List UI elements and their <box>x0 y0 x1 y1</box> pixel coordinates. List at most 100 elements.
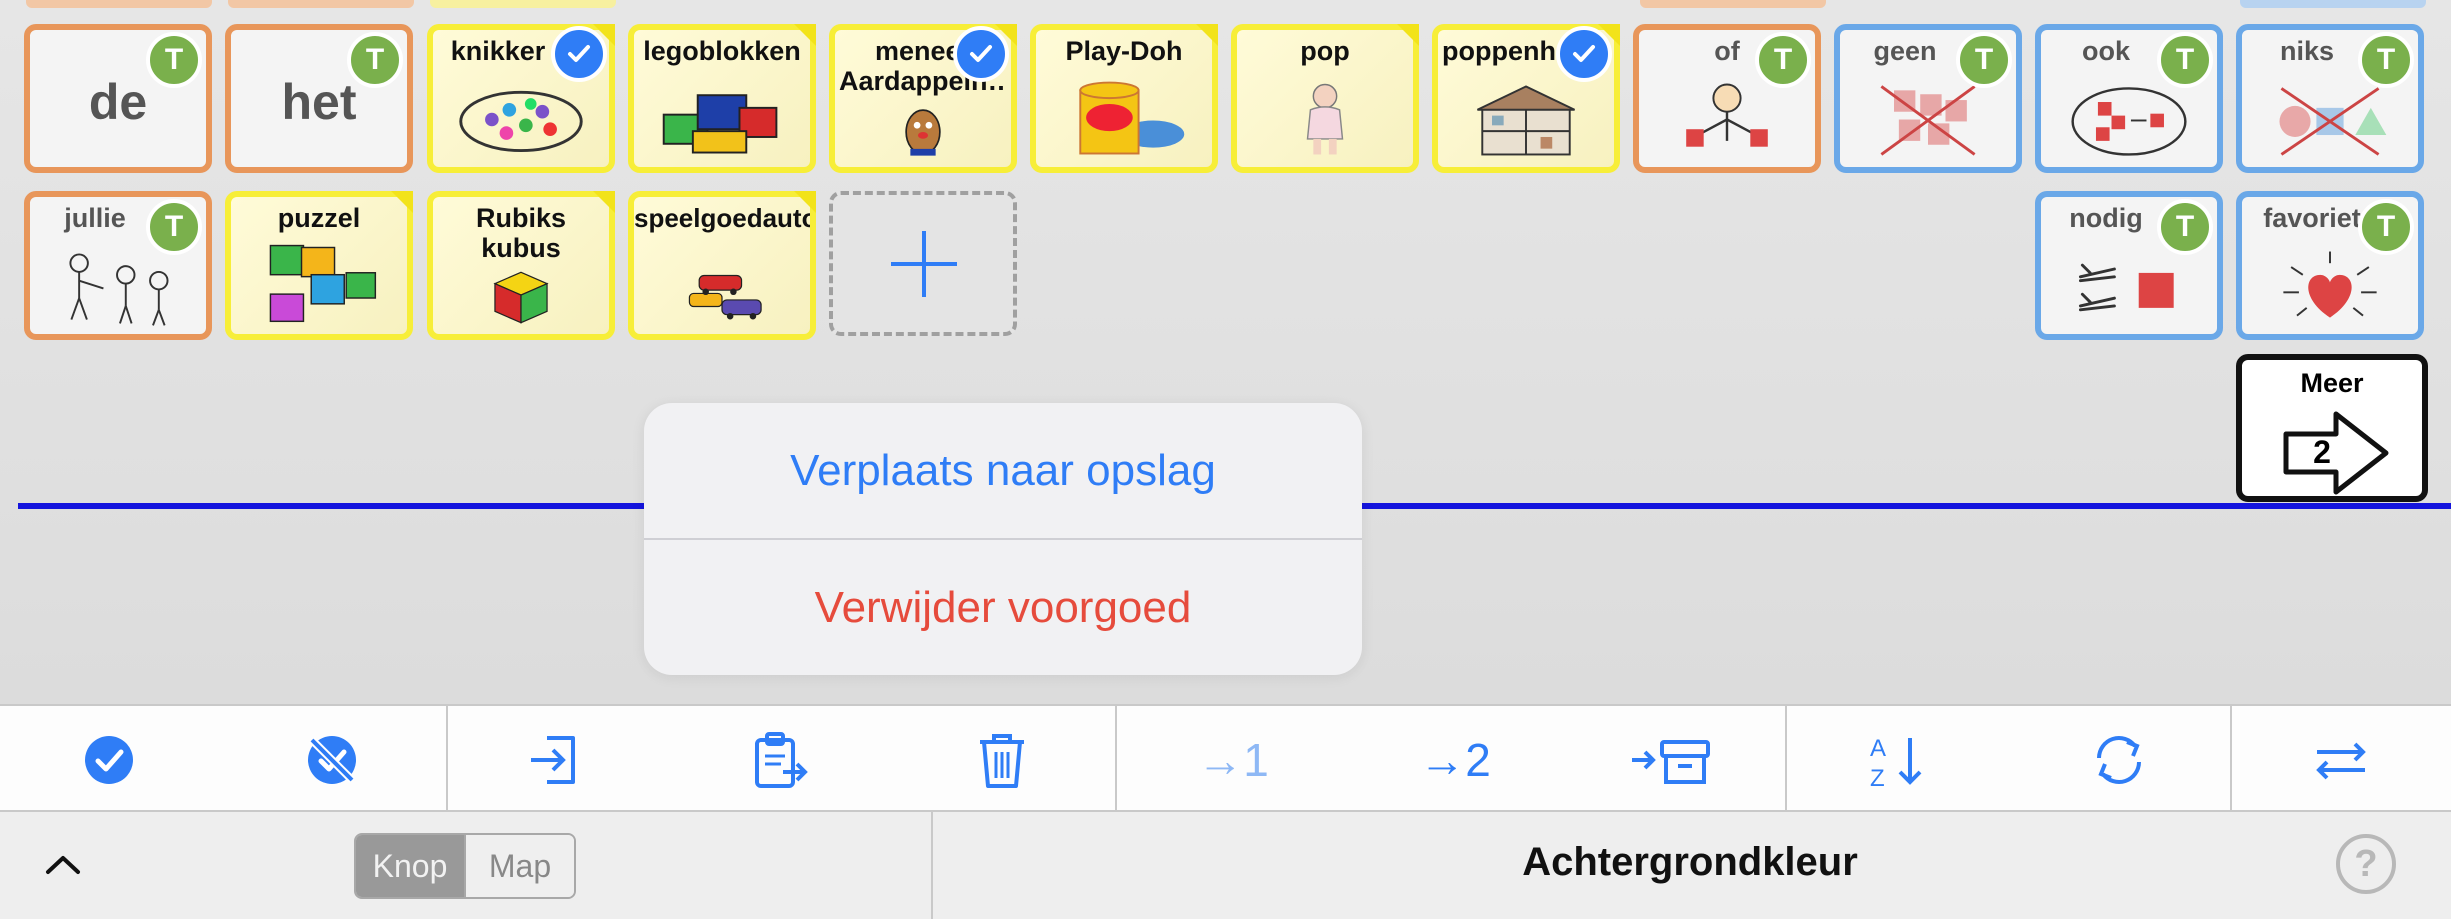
select-all-button[interactable] <box>73 724 145 796</box>
cell-edge <box>2240 0 2426 8</box>
toolbar-separator <box>1115 706 1117 812</box>
move-to-storage-button[interactable] <box>1630 724 1714 796</box>
delete-button[interactable] <box>966 724 1038 796</box>
text-badge[interactable]: T <box>1956 32 2012 88</box>
cell-de[interactable]: de T <box>24 24 212 173</box>
cell-label: knikker <box>450 36 546 66</box>
toolbar-separator <box>2230 706 2232 812</box>
cell-niks[interactable]: niks T <box>2236 24 2424 173</box>
move-to-storage-option[interactable]: Verplaats naar opslag <box>644 403 1362 538</box>
cell-meneer-aardappelhoofd[interactable]: meneer Aardappelh… <box>829 24 1017 173</box>
selected-check-icon[interactable] <box>551 26 607 82</box>
cell-label: nodig <box>2069 203 2143 233</box>
text-badge[interactable]: T <box>146 32 202 88</box>
cell-label: poppenhuis <box>1442 36 1564 66</box>
none-crossed-icon <box>1860 80 1996 159</box>
cell-ook[interactable]: ook T <box>2035 24 2223 173</box>
paste-button[interactable] <box>743 724 815 796</box>
cell-label: jullie <box>64 203 126 233</box>
cell-label: ook <box>2081 36 2130 66</box>
knop-map-segmented-control: Knop Map <box>354 833 576 899</box>
need-icon <box>2061 247 2197 326</box>
people-icon <box>50 247 186 326</box>
sort-az-icon: AZ <box>1870 735 1922 792</box>
swap-button[interactable] <box>2305 724 2377 796</box>
trash-icon <box>980 734 1024 788</box>
cell-edge <box>430 0 616 8</box>
cell-label: puzzel <box>277 203 361 233</box>
cell-geen[interactable]: geen T <box>1834 24 2022 173</box>
rubiks-icon <box>453 269 589 326</box>
move-to-2-label: →2 <box>1419 734 1491 786</box>
footer-separator <box>931 812 933 919</box>
cell-of[interactable]: of T <box>1633 24 1821 173</box>
move-to-page-1-button[interactable]: →1 <box>1188 724 1278 796</box>
more-label: Meer <box>2300 368 2364 398</box>
marbles-icon <box>453 80 589 159</box>
text-badge[interactable]: T <box>2358 32 2414 88</box>
cell-label: geen <box>1873 36 1937 66</box>
selected-check-icon[interactable] <box>953 26 1009 82</box>
cell-favoriet[interactable]: favoriet T <box>2236 191 2424 340</box>
move-in-button[interactable] <box>519 724 591 796</box>
cell-label: Play-Doh <box>1065 36 1183 66</box>
delete-permanently-option[interactable]: Verwijder voorgoed <box>644 540 1362 675</box>
cell-poppenhuis[interactable]: poppenhuis <box>1432 24 1620 173</box>
move-in-icon <box>531 736 575 784</box>
cell-play-doh[interactable]: Play-Doh <box>1030 24 1218 173</box>
clipboard-icon <box>755 732 808 788</box>
text-badge[interactable]: T <box>347 32 403 88</box>
cell-edge <box>26 0 212 8</box>
check-circle-icon <box>85 736 133 784</box>
text-badge[interactable]: T <box>2157 32 2213 88</box>
potato-head-icon <box>855 100 991 159</box>
cell-label: Rubiks kubus <box>475 203 567 263</box>
dollhouse-icon <box>1458 80 1594 159</box>
move-to-page-2-button[interactable]: →2 <box>1410 724 1500 796</box>
cell-rubiks-kubus[interactable]: Rubiks kubus <box>427 191 615 340</box>
arrow-archive-icon <box>1632 740 1710 784</box>
cell-puzzel[interactable]: puzzel <box>225 191 413 340</box>
chevron-up-icon <box>46 856 80 874</box>
text-badge[interactable]: T <box>2157 199 2213 255</box>
nothing-icon <box>2262 80 2398 159</box>
doll-icon <box>1257 80 1393 159</box>
swap-arrows-icon <box>2316 742 2366 780</box>
cell-legoblokken[interactable]: legoblokken <box>628 24 816 173</box>
cell-speelgoedautootjes[interactable]: speelgoedautootjes <box>628 191 816 340</box>
cell-edge <box>228 0 414 8</box>
cell-label: niks <box>2279 36 2335 66</box>
toolbar-separator <box>446 706 448 812</box>
cell-label: legoblokken <box>643 36 801 66</box>
person-choice-icon <box>1659 80 1795 159</box>
help-button[interactable]: ? <box>2336 834 2396 894</box>
playdoh-icon <box>1056 80 1192 159</box>
more-page-button[interactable]: Meer 2 <box>2236 354 2428 502</box>
cell-het[interactable]: het T <box>225 24 413 173</box>
collapse-button[interactable] <box>40 842 86 893</box>
cell-pop[interactable]: pop <box>1231 24 1419 173</box>
cell-label: pop <box>1300 36 1350 66</box>
text-badge[interactable]: T <box>1755 32 1811 88</box>
plus-icon <box>891 231 957 297</box>
selected-check-icon[interactable] <box>1556 26 1612 82</box>
panel-title: Achtergrondkleur <box>1522 840 1858 884</box>
edit-toolbar: →1 →2 AZ <box>0 704 2451 812</box>
cell-jullie[interactable]: jullie T <box>24 191 212 340</box>
segment-map[interactable]: Map <box>464 835 574 897</box>
svg-text:A: A <box>1870 735 1886 762</box>
cell-knikker[interactable]: knikker <box>427 24 615 173</box>
delete-options-popover: Verplaats naar opslag Verwijder voorgoed <box>644 403 1362 675</box>
more-page-number: 2 <box>2313 434 2331 470</box>
cell-nodig[interactable]: nodig T <box>2035 191 2223 340</box>
refresh-button[interactable] <box>2083 724 2155 796</box>
text-badge[interactable]: T <box>2358 199 2414 255</box>
deselect-all-button[interactable] <box>296 724 368 796</box>
segment-knop[interactable]: Knop <box>356 835 464 897</box>
footer-bar: Knop Map Achtergrondkleur ? <box>0 812 2451 919</box>
sort-button[interactable]: AZ <box>1860 724 1932 796</box>
check-slash-icon <box>308 736 356 784</box>
add-cell-button[interactable] <box>829 191 1017 336</box>
refresh-icon <box>2097 736 2141 784</box>
text-badge[interactable]: T <box>146 199 202 255</box>
